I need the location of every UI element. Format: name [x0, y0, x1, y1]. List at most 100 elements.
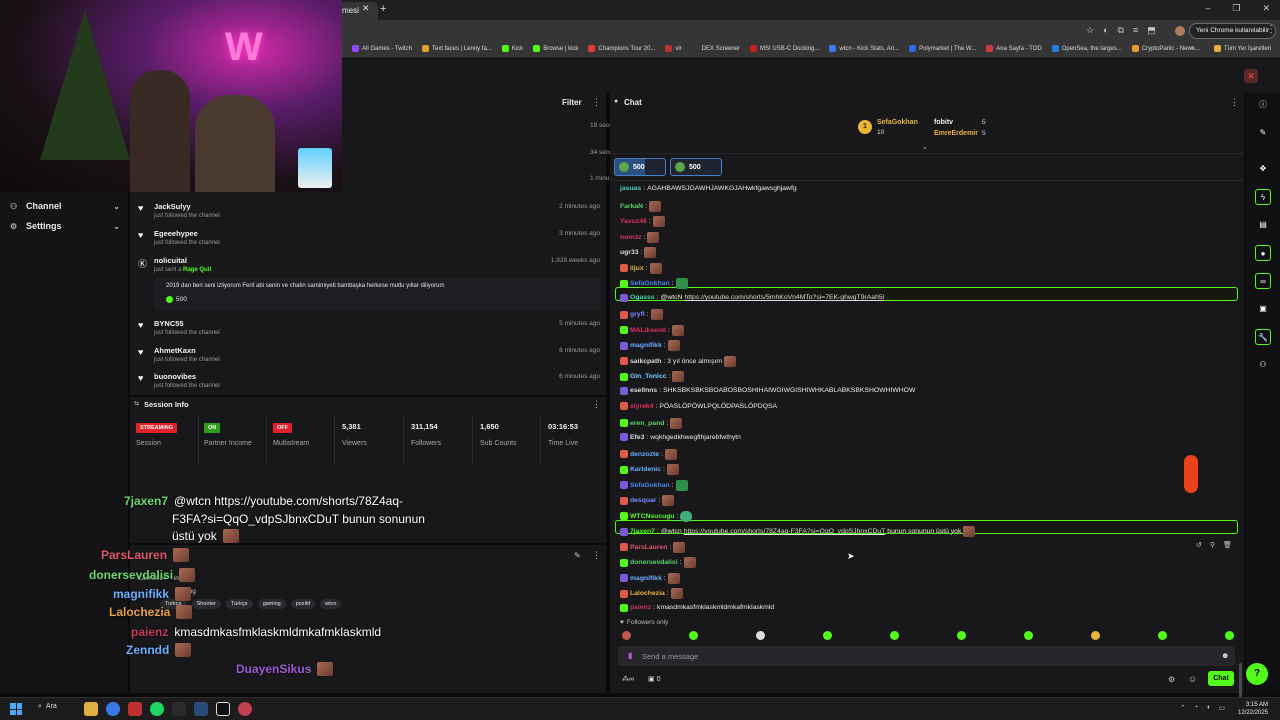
- activity-username[interactable]: nolicuital: [154, 256, 187, 265]
- users-icon[interactable]: ⚇: [1255, 357, 1271, 373]
- bookmark[interactable]: vlr: [665, 45, 682, 52]
- chat-username[interactable]: desquar: [630, 497, 656, 504]
- drag-arrows-icon[interactable]: ⇆: [134, 400, 139, 407]
- restore-icon[interactable]: ❐: [1232, 3, 1240, 14]
- chat-message[interactable]: ParsLauren:: [620, 541, 686, 553]
- chat-username[interactable]: nom3z: [620, 234, 642, 241]
- new-tab-icon[interactable]: +: [380, 3, 386, 15]
- chat-message[interactable]: gryfl:: [620, 309, 663, 320]
- more-options-icon[interactable]: ⋮: [592, 550, 601, 561]
- extension-icon[interactable]: ◐: [1103, 25, 1108, 36]
- taskbar-clock[interactable]: 3:15 AM 12/22/2025: [1238, 701, 1268, 717]
- minimize-icon[interactable]: –: [1205, 3, 1210, 14]
- collapse-arrow-icon[interactable]: ⌄: [922, 143, 928, 151]
- bookmark[interactable]: Champions Tour 20...: [588, 45, 655, 52]
- kicks-goal-button[interactable]: 500: [670, 158, 722, 176]
- activity-username[interactable]: Egeeehypee: [154, 229, 198, 238]
- chat-message[interactable]: desquar:: [620, 495, 675, 506]
- chat-message[interactable]: saikcpath:3 yıl önce almışım: [620, 355, 737, 367]
- activity-username[interactable]: JackSulyy: [154, 202, 191, 211]
- chat-username[interactable]: paienz: [630, 604, 651, 611]
- chat-message[interactable]: eren_pand:: [620, 417, 683, 429]
- chat-message[interactable]: Lalochezia:: [620, 588, 683, 599]
- chat-settings-gear-icon[interactable]: ⚙: [1168, 675, 1175, 684]
- quick-emote[interactable]: [756, 631, 765, 640]
- info-icon[interactable]: ⓘ: [1255, 97, 1271, 113]
- chat-username[interactable]: denzozte: [630, 451, 659, 458]
- chat-username[interactable]: esellnns: [630, 387, 657, 394]
- bookmark[interactable]: Browse | kick: [533, 45, 578, 52]
- bookmark[interactable]: Ana Sayfa - TOD: [986, 45, 1042, 52]
- chat-message[interactable]: donersevdalisi:: [620, 557, 696, 568]
- chat-username[interactable]: xiyrek4: [630, 403, 653, 410]
- chat-username[interactable]: WTCNsucugu: [630, 513, 675, 520]
- chat-message[interactable]: 7jaxen7: @wtcn https://youtube.com/shorts/…: [620, 526, 976, 537]
- tag[interactable]: Shooter: [191, 599, 221, 609]
- chat-message[interactable]: SefaGokhan:: [620, 278, 688, 289]
- xbox-icon[interactable]: [172, 702, 186, 716]
- activity-username[interactable]: buonovibes: [154, 372, 196, 381]
- chat-message[interactable]: jasuas: AGAHBAWSJGAWHJAWKGJAHwkfgawsghjaw…: [620, 185, 797, 192]
- bookmark[interactable]: DEX Screener: [691, 45, 740, 52]
- chat-message[interactable]: magnifikk:: [620, 572, 680, 584]
- filter-button[interactable]: Filter: [562, 98, 582, 107]
- bookmark[interactable]: OpenSea, the larges...: [1051, 45, 1122, 52]
- chat-username[interactable]: magnifikk: [630, 575, 662, 582]
- tag[interactable]: gaming: [257, 599, 286, 609]
- reply-icon[interactable]: ↺: [1196, 541, 1202, 549]
- steam-icon[interactable]: [194, 702, 208, 716]
- quick-emote[interactable]: [890, 631, 899, 640]
- chat-username[interactable]: SefaGokhan: [630, 280, 670, 287]
- microphone-icon[interactable]: ▮: [628, 651, 632, 660]
- volume-icon[interactable]: ◖: [1206, 704, 1210, 712]
- points-indicator[interactable]: ⁂∞: [622, 675, 634, 683]
- quick-emote[interactable]: [689, 631, 698, 640]
- obs-icon[interactable]: [216, 702, 230, 716]
- chat-username[interactable]: magnifikk: [630, 342, 662, 349]
- app-icon[interactable]: [128, 702, 142, 716]
- chat-message[interactable]: ugr33:: [620, 247, 657, 258]
- chat-username[interactable]: 7jaxen7: [630, 528, 655, 535]
- more-options-icon[interactable]: ⋮: [592, 97, 601, 108]
- chat-username[interactable]: MALiksen0: [630, 327, 666, 334]
- chat-username[interactable]: ParsLauren: [630, 544, 667, 551]
- gift-counter[interactable]: ▣ 0: [648, 675, 660, 683]
- quick-emote[interactable]: [1091, 631, 1100, 640]
- chat-username[interactable]: gryfl: [630, 311, 645, 318]
- chat-username[interactable]: donersevdalisi: [630, 559, 678, 566]
- more-options-icon[interactable]: ⋮: [592, 399, 601, 410]
- chat-link[interactable]: https://youtube.com/shorts/78Z4aq-F3FA?s…: [684, 528, 886, 535]
- spotify-icon[interactable]: [150, 702, 164, 716]
- leaderboard-top-name[interactable]: SefaGokhan: [877, 119, 918, 126]
- tag[interactable]: Turkçe: [160, 599, 187, 609]
- chat-message[interactable]: magnifikk:: [620, 340, 680, 351]
- chrome-icon[interactable]: [106, 702, 120, 716]
- chevron-up-icon[interactable]: ⌃: [1180, 704, 1186, 712]
- chat-input[interactable]: [642, 649, 1202, 663]
- delete-icon[interactable]: 🗑: [1223, 541, 1232, 549]
- browser-tab-active[interactable]: mesi: [340, 2, 378, 20]
- app-icon[interactable]: [238, 702, 252, 716]
- bot-icon[interactable]: ▣: [1255, 301, 1271, 317]
- quick-emote[interactable]: [823, 631, 832, 640]
- chat-username[interactable]: SefaGokhan: [630, 482, 670, 489]
- chat-username[interactable]: iljux: [630, 265, 644, 272]
- windows-start-icon[interactable]: [10, 703, 22, 715]
- wrench-icon[interactable]: 🔧: [1255, 329, 1271, 345]
- crosshair-icon[interactable]: ✥: [1255, 161, 1271, 177]
- close-window-icon[interactable]: ✕: [1262, 3, 1270, 14]
- pin-icon[interactable]: ⚲: [1210, 541, 1215, 549]
- chat-message[interactable]: Efe3: wqkhgedkhwegflhjarebfwthytn: [620, 433, 741, 441]
- activity-username[interactable]: BYNC55: [154, 319, 184, 328]
- network-icon[interactable]: ◔: [1194, 704, 1198, 712]
- chat-message[interactable]: Ogasss: @wtcN https://youtube.com/shorts/5…: [620, 293, 884, 302]
- bookmark[interactable]: MSI USB-C Docking...: [750, 45, 819, 52]
- profile-avatar[interactable]: [1175, 26, 1185, 36]
- chat-message[interactable]: esellnns: SHKSBKSBKSBOABOSBOSHIHAIWGIWGIS…: [620, 386, 915, 395]
- chat-message[interactable]: xiyrek4: PÖASLÖPÖWLPQLÖDPASLÖPDQSA: [620, 402, 777, 410]
- chat-username[interactable]: Gin_Tonicc: [630, 373, 667, 380]
- chat-link[interactable]: https://youtube.com/shorts/5mhKoVn4MTo?s…: [684, 294, 884, 301]
- chat-username[interactable]: ugr33: [620, 249, 639, 256]
- browser-menu-icon[interactable]: ⋮: [1266, 24, 1276, 35]
- close-tab-icon[interactable]: ✕: [362, 3, 370, 14]
